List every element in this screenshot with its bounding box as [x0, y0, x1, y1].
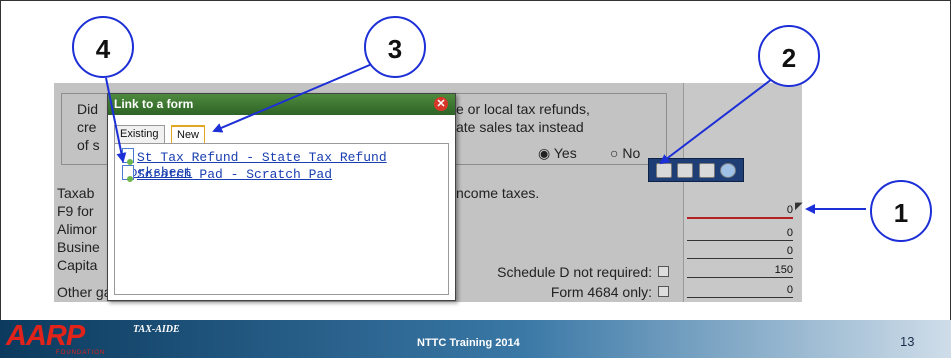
callout-3: 3 [364, 16, 426, 78]
callout-4: 4 [72, 16, 134, 78]
aarp-logo: AARP [6, 320, 85, 352]
tax-aide-logo-text: TAX-AIDE [133, 324, 180, 335]
footer-title: NTTC Training 2014 [417, 337, 520, 349]
foundation-text: FOUNDATION [56, 350, 106, 356]
callout-1: 1 [870, 180, 932, 242]
arrow-callout-4 [105, 77, 127, 163]
callout-2: 2 [758, 25, 820, 87]
page-number: 13 [900, 334, 915, 349]
arrow-callout-3 [212, 63, 373, 133]
slide-footer: AARP TAX-AIDE FOUNDATION NTTC Training 2… [0, 320, 951, 358]
arrow-callout-2 [659, 75, 777, 165]
